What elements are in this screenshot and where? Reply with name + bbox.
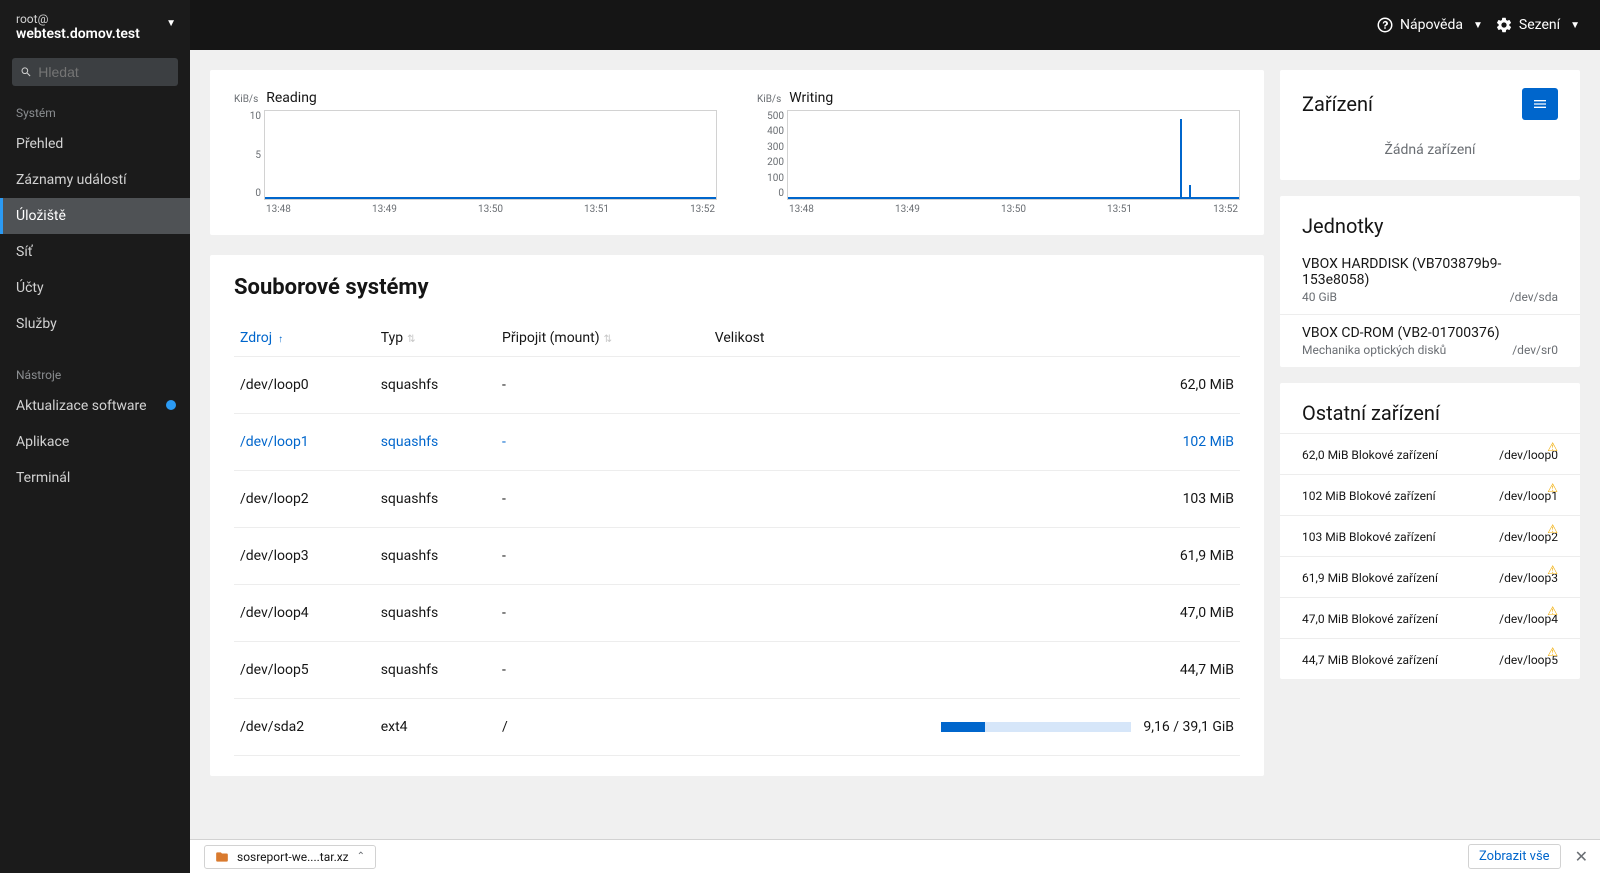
show-all-downloads[interactable]: Zobrazit vše [1468, 844, 1561, 869]
other-device-item[interactable]: ⚠102 MiB Blokové zařízení/dev/loop1 [1280, 474, 1580, 515]
table-row[interactable]: /dev/loop1squashfs-102 MiB [234, 414, 1240, 471]
sidebar-item[interactable]: Přehled [0, 126, 190, 162]
chevron-up-icon: ⌃ [357, 851, 365, 862]
download-item[interactable]: sosreport-we....tar.xz ⌃ [204, 845, 376, 869]
archive-icon [215, 850, 229, 864]
session-menu[interactable]: Sezení ▼ [1495, 16, 1580, 34]
sort-icon: ⇅ [407, 334, 415, 345]
other-title: Ostatní zařízení [1302, 401, 1440, 425]
filesystems-title: Souborové systémy [234, 275, 1240, 300]
other-device-item[interactable]: ⚠61,9 MiB Blokové zařízení/dev/loop3 [1280, 556, 1580, 597]
charts-card: KiB/s Reading 1050 13:4813:4913:5013:511… [210, 70, 1264, 235]
chevron-down-icon: ▼ [1473, 20, 1483, 31]
drive-item[interactable]: VBOX CD-ROM (VB2-01700376)Mechanika opti… [1280, 314, 1580, 367]
filesystems-table: Zdroj↑ Typ⇅ Připojit (mount)⇅ Velikost /… [234, 320, 1240, 756]
chart-reading: KiB/s Reading 1050 13:4813:4913:5013:511… [234, 90, 717, 215]
col-size[interactable]: Velikost [709, 320, 1240, 357]
warning-icon: ⚠ [1547, 563, 1558, 577]
content-scroll[interactable]: KiB/s Reading 1050 13:4813:4913:5013:511… [190, 50, 1600, 839]
hamburger-icon [1532, 96, 1548, 112]
table-row[interactable]: /dev/loop2squashfs-103 MiB [234, 471, 1240, 528]
other-device-item[interactable]: ⚠47,0 MiB Blokové zařízení/dev/loop4 [1280, 597, 1580, 638]
sort-asc-icon: ↑ [278, 334, 283, 345]
help-icon [1376, 16, 1394, 34]
update-badge-icon [166, 400, 176, 410]
sidebar-item[interactable]: Síť [0, 234, 190, 270]
host-name: webtest.domov.test [16, 26, 174, 42]
chart-yticks: 1050 [235, 111, 261, 199]
chart-unit: KiB/s [234, 94, 258, 105]
search-icon [20, 65, 32, 79]
host-selector[interactable]: root@ webtest.domov.test ▼ [0, 0, 190, 52]
download-bar: sosreport-we....tar.xz ⌃ Zobrazit vše ✕ [190, 839, 1600, 873]
sidebar-item[interactable]: Účty [0, 270, 190, 306]
help-label: Nápověda [1400, 17, 1463, 33]
close-icon[interactable]: ✕ [1575, 847, 1588, 866]
filesystems-card: Souborové systémy Zdroj↑ Typ⇅ Připojit (… [210, 255, 1264, 776]
chart-xticks: 13:4813:4913:5013:5113:52 [787, 204, 1240, 215]
col-mount[interactable]: Připojit (mount)⇅ [496, 320, 709, 357]
download-filename: sosreport-we....tar.xz [237, 850, 349, 864]
other-device-item[interactable]: ⚠44,7 MiB Blokové zařízení/dev/loop5 [1280, 638, 1580, 679]
table-row[interactable]: /dev/loop4squashfs-47,0 MiB [234, 585, 1240, 642]
storage-menu-button[interactable] [1522, 88, 1558, 120]
chevron-down-icon: ▼ [1570, 20, 1580, 31]
sidebar: root@ webtest.domov.test ▼ Systém Přehle… [0, 0, 190, 873]
drive-item[interactable]: VBOX HARDDISK (VB703879b9-153e8058)40 Gi… [1280, 246, 1580, 314]
col-type[interactable]: Typ⇅ [375, 320, 496, 357]
chart-writing: KiB/s Writing 5004003002001000 13:4813:4… [757, 90, 1240, 215]
warning-icon: ⚠ [1547, 481, 1558, 495]
host-user: root@ [16, 12, 174, 26]
sidebar-item[interactable]: Aktualizace software [0, 388, 190, 424]
sort-icon: ⇅ [604, 334, 612, 345]
devices-empty: Žádná zařízení [1280, 128, 1580, 180]
sidebar-item[interactable]: Služby [0, 306, 190, 342]
drives-title: Jednotky [1302, 214, 1384, 238]
sidebar-group-tools: Nástroje [0, 358, 190, 388]
table-row[interactable]: /dev/loop0squashfs-62,0 MiB [234, 357, 1240, 414]
warning-icon: ⚠ [1547, 522, 1558, 536]
sidebar-group-system: Systém [0, 96, 190, 126]
sidebar-item[interactable]: Záznamy událostí [0, 162, 190, 198]
warning-icon: ⚠ [1547, 440, 1558, 454]
sidebar-item[interactable]: Úložiště [0, 198, 190, 234]
chart-xticks: 13:4813:4913:5013:5113:52 [264, 204, 717, 215]
help-menu[interactable]: Nápověda ▼ [1376, 16, 1483, 34]
table-row[interactable]: /dev/sda2ext4/9,16 / 39,1 GiB [234, 699, 1240, 756]
devices-card: Zařízení Žádná zařízení [1280, 70, 1580, 180]
sidebar-item[interactable]: Aplikace [0, 424, 190, 460]
chevron-down-icon: ▼ [166, 18, 176, 29]
warning-icon: ⚠ [1547, 645, 1558, 659]
search-input-wrap[interactable] [12, 58, 178, 86]
devices-title: Zařízení [1302, 92, 1373, 116]
col-source[interactable]: Zdroj↑ [234, 320, 375, 357]
gear-icon [1495, 16, 1513, 34]
topbar: Nápověda ▼ Sezení ▼ [190, 0, 1600, 50]
session-label: Sezení [1519, 17, 1560, 33]
table-row[interactable]: /dev/loop3squashfs-61,9 MiB [234, 528, 1240, 585]
other-devices-card: Ostatní zařízení ⚠62,0 MiB Blokové zaříz… [1280, 383, 1580, 679]
chart-yticks: 5004003002001000 [758, 111, 784, 199]
sidebar-item[interactable]: Terminál [0, 460, 190, 496]
search-input[interactable] [38, 64, 170, 80]
chart-unit: KiB/s [757, 94, 781, 105]
drives-card: Jednotky VBOX HARDDISK (VB703879b9-153e8… [1280, 196, 1580, 367]
other-device-item[interactable]: ⚠103 MiB Blokové zařízení/dev/loop2 [1280, 515, 1580, 556]
chart-title: Writing [789, 90, 833, 106]
other-device-item[interactable]: ⚠62,0 MiB Blokové zařízení/dev/loop0 [1280, 433, 1580, 474]
warning-icon: ⚠ [1547, 604, 1558, 618]
table-row[interactable]: /dev/loop5squashfs-44,7 MiB [234, 642, 1240, 699]
chart-title: Reading [266, 90, 317, 106]
